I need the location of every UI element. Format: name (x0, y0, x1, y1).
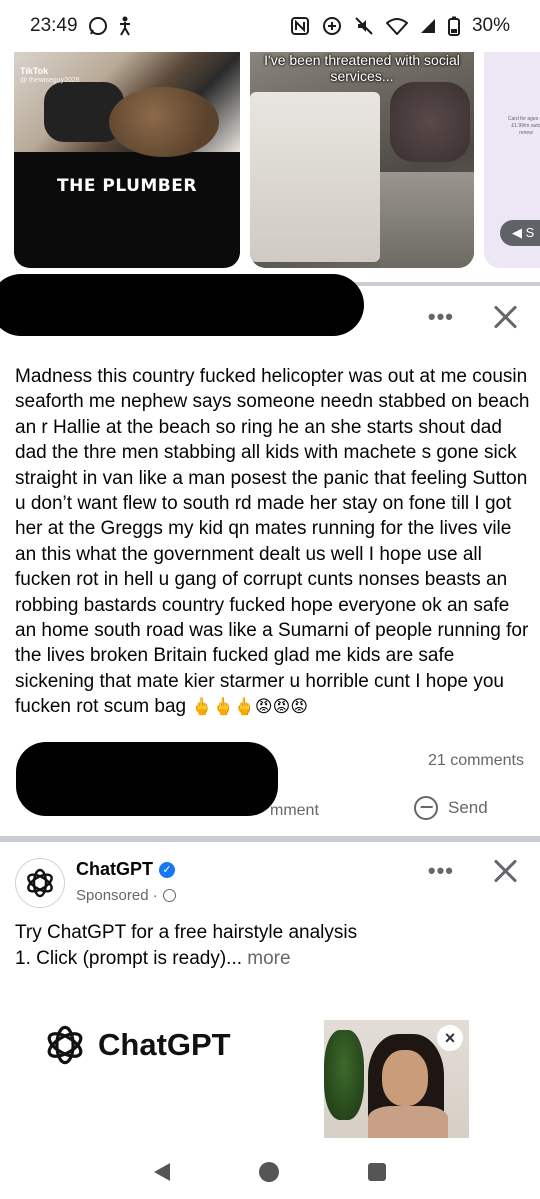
comments-count[interactable]: 21 comments (428, 752, 524, 770)
sponsored-text: Sponsored · (76, 887, 158, 904)
close-icon[interactable] (492, 858, 518, 884)
status-bar: 23:49 30% (0, 0, 540, 52)
post-body: Madness this country fucked helicopter w… (15, 364, 530, 721)
see-more-link[interactable]: more (247, 948, 290, 969)
status-time: 23:49 (30, 15, 78, 36)
send-button[interactable]: Send (414, 796, 488, 820)
verified-badge-icon: ✓ (159, 861, 176, 878)
more-options-icon[interactable]: ••• (428, 858, 454, 884)
reels-strip: TikTok @ thewiseguy2026 THE PLUMBER I've… (0, 52, 540, 282)
sponsored-post: ChatGPT ✓ Sponsored · ••• Try ChatGPT fo… (0, 844, 540, 1144)
nfc-icon (290, 17, 309, 35)
tiktok-handle: @ thewiseguy2026 (20, 77, 80, 84)
home-icon[interactable] (258, 1161, 279, 1182)
ad-brand-logo[interactable]: ChatGPT (42, 1022, 231, 1068)
ad-body: Try ChatGPT for a free hairstyle analysi… (15, 920, 525, 972)
post-emojis: 🖕🖕🖕😡😡😡 (191, 697, 309, 718)
close-icon[interactable]: × (437, 1025, 463, 1051)
reel-pill-label: S (525, 225, 535, 240)
back-icon[interactable] (154, 1162, 171, 1181)
send-label: Send (448, 798, 488, 817)
whatsapp-icon (88, 17, 107, 35)
feed-divider (0, 836, 540, 842)
system-nav-bar (0, 1144, 540, 1199)
ad-brand-name: ChatGPT (98, 1027, 231, 1062)
ad-image[interactable]: × (324, 1020, 469, 1138)
mute-icon (355, 17, 373, 35)
tiktok-watermark: TikTok @ thewiseguy2026 (20, 66, 80, 86)
avatar[interactable] (15, 858, 65, 908)
accessibility-icon (119, 16, 130, 36)
messenger-icon (414, 796, 438, 820)
reel-caption: THE PLUMBER (57, 176, 197, 196)
advertiser-name[interactable]: ChatGPT ✓ (76, 859, 176, 880)
sponsored-label: Sponsored · (76, 887, 176, 904)
signal-icon (420, 19, 435, 33)
wifi-icon (385, 18, 408, 35)
redacted-reactions (16, 742, 278, 816)
reel-small-text: Card for ages or £1.99/m auto renew (507, 116, 540, 136)
recents-icon[interactable] (367, 1162, 386, 1181)
battery-icon (447, 16, 460, 36)
close-icon[interactable] (492, 304, 518, 330)
megaphone-icon: ◀ (512, 225, 522, 240)
tiktok-brand: TikTok (20, 66, 49, 76)
openai-logo-icon (47, 1025, 83, 1065)
battery-percentage: 30% (471, 15, 510, 36)
redacted-author (0, 274, 364, 336)
more-options-icon[interactable]: ••• (428, 304, 454, 330)
data-saver-icon (322, 17, 341, 35)
reel-thumbnail (250, 52, 474, 268)
ad-body-text: Try ChatGPT for a free hairstyle analysi… (15, 922, 358, 969)
reel-caption: I've been threatened with social service… (264, 52, 460, 84)
post-body-text: Madness this country fucked helicopter w… (15, 366, 530, 718)
reel-card[interactable]: Card for ages or £1.99/m auto renew ◀ S (484, 52, 540, 268)
reel-pill-button[interactable]: ◀ S (500, 220, 540, 246)
comment-button[interactable]: mment (270, 802, 319, 820)
feed-post: ••• Madness this country fucked helicopt… (0, 274, 540, 820)
advertiser-name-text: ChatGPT (76, 859, 154, 879)
openai-logo-icon (27, 868, 53, 898)
globe-icon (162, 889, 176, 902)
reel-card[interactable]: TikTok @ thewiseguy2026 THE PLUMBER (14, 52, 240, 268)
reel-card[interactable]: I've been threatened with social service… (250, 52, 474, 268)
